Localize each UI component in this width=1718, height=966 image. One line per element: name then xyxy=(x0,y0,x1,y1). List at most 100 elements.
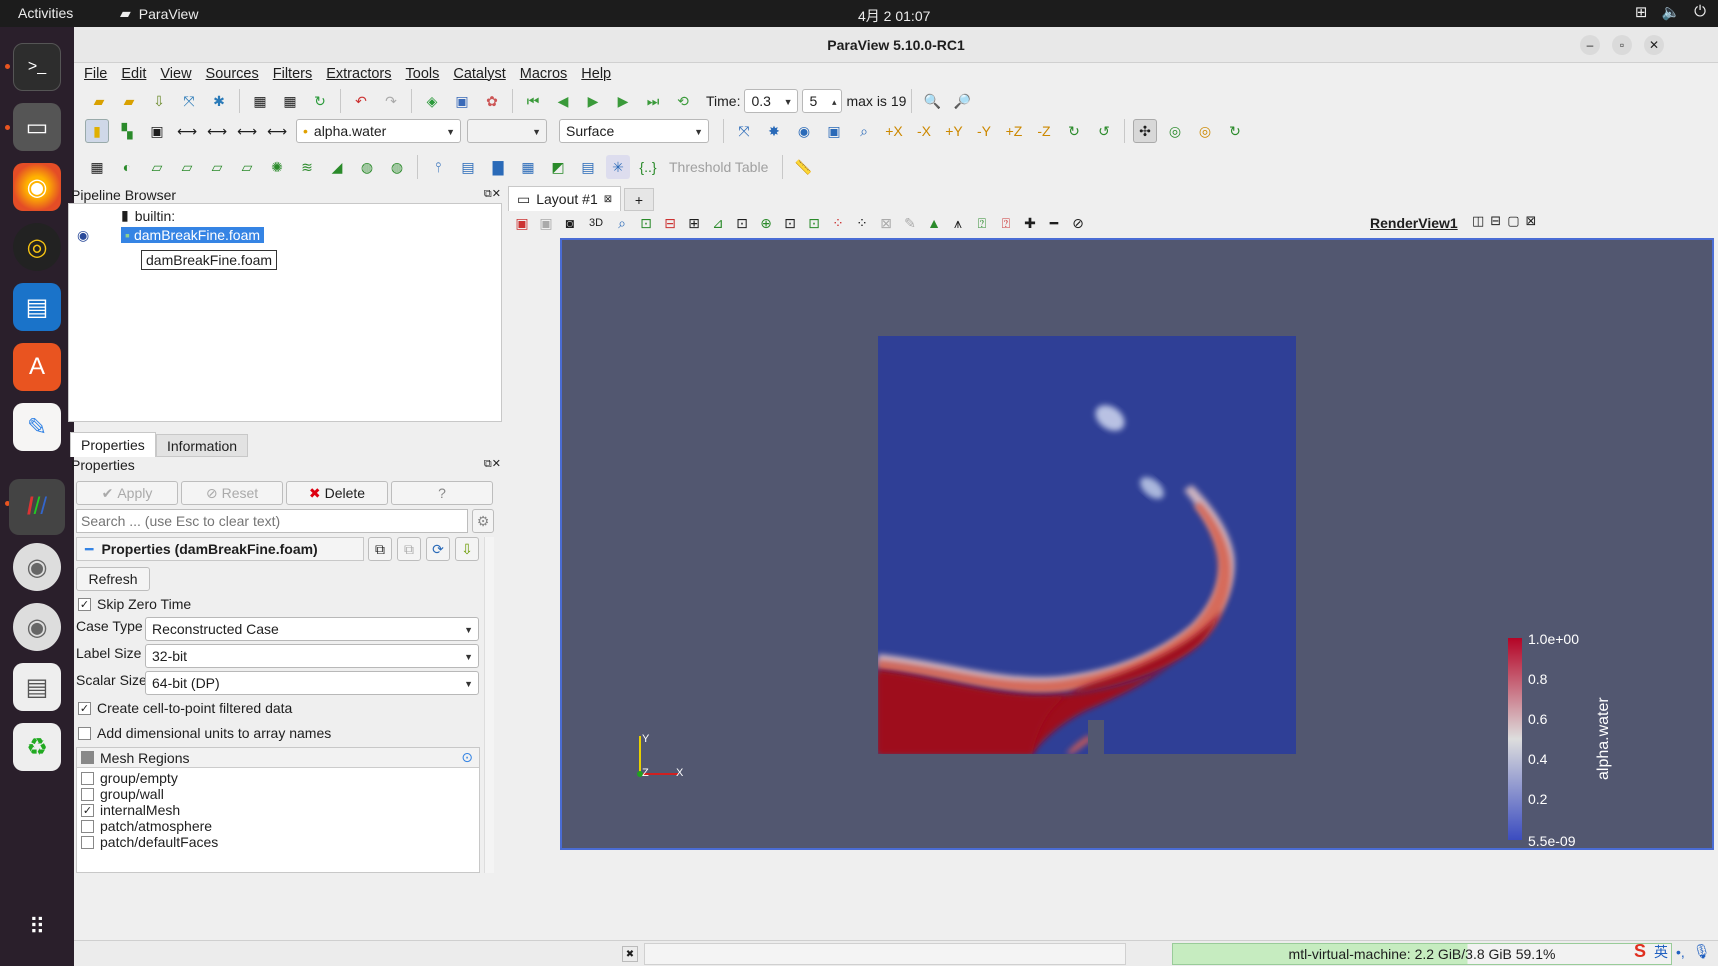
stream-tracer-icon[interactable]: ≋ xyxy=(295,155,319,179)
slice-icon[interactable]: ▱ xyxy=(175,155,199,179)
tab-properties[interactable]: Properties xyxy=(70,432,156,457)
reset-range-icon[interactable]: ▣ xyxy=(145,119,169,143)
find-data-icon[interactable]: 🔍 xyxy=(920,89,944,113)
next-frame-icon[interactable]: ▶ xyxy=(611,89,635,113)
pipeline-tree[interactable]: ▮ builtin: ◉ ▪ damBreakFine.foam damBreakF… xyxy=(68,203,502,422)
list-item[interactable]: patch/defaultFaces xyxy=(81,834,218,850)
clock[interactable]: 4月 2 01:07 xyxy=(858,6,930,26)
select-polygon-icon[interactable]: ⊿ xyxy=(709,211,727,235)
clip-icon[interactable]: ▱ xyxy=(145,155,169,179)
writer-icon[interactable]: ▤ xyxy=(13,283,61,331)
menu-help[interactable]: Help xyxy=(581,66,611,82)
menu-sources[interactable]: Sources xyxy=(206,66,259,82)
menu-edit[interactable]: Edit xyxy=(121,66,146,82)
view-plus-x-icon[interactable]: +X xyxy=(882,119,906,143)
ime-toolbar[interactable]: S 英 •, 🎙 ⌨ ▦ xyxy=(1634,941,1718,962)
menu-view[interactable]: View xyxy=(160,66,191,82)
minimize-icon[interactable]: – xyxy=(1580,35,1600,55)
shrink-selection-icon[interactable]: ⁘ xyxy=(853,211,871,235)
help-button[interactable]: ? xyxy=(391,481,493,505)
refresh-button[interactable]: Refresh xyxy=(76,567,150,591)
rotate-plus-90-icon[interactable]: ↻ xyxy=(1062,119,1086,143)
render-view[interactable]: 1.0e+00 0.8 0.6 0.4 0.2 5.5e-09 alpha.wa… xyxy=(560,238,1714,850)
activities-button[interactable]: Activities xyxy=(18,5,73,21)
refresh-icon[interactable]: ⟳ xyxy=(426,537,450,561)
hover-points-icon[interactable]: ⊡ xyxy=(781,211,799,235)
last-frame-icon[interactable]: ⏭ xyxy=(641,89,665,113)
terminal-icon[interactable]: >_ xyxy=(13,43,61,91)
subtract-selection-icon[interactable]: ━ xyxy=(1045,211,1063,235)
rescale-visible-icon[interactable]: ⟷ xyxy=(235,119,259,143)
color-legend-icon[interactable]: ▮ xyxy=(85,119,109,143)
render-view-label[interactable]: RenderView1 xyxy=(1370,215,1458,231)
text-editor-icon[interactable]: ✎ xyxy=(13,403,61,451)
python-icon[interactable]: ◈ xyxy=(420,89,444,113)
menu-catalyst[interactable]: Catalyst xyxy=(453,66,505,82)
list-item[interactable]: group/empty xyxy=(81,770,178,786)
zoom-to-box-icon[interactable]: ⌕ xyxy=(613,211,631,235)
color-palette-icon[interactable]: ✿ xyxy=(480,89,504,113)
view-plus-y-icon[interactable]: +Y xyxy=(942,119,966,143)
select-block-icon[interactable]: ⊡ xyxy=(733,211,751,235)
query-points-icon[interactable]: ⍰ xyxy=(997,211,1015,235)
toggle-3d-button[interactable]: 3D xyxy=(585,211,607,235)
eye-icon[interactable]: ◉ xyxy=(77,227,89,244)
load-state-icon[interactable]: ▦ xyxy=(278,89,302,113)
save-state-icon[interactable]: ▦ xyxy=(248,89,272,113)
software-icon[interactable]: A xyxy=(13,343,61,391)
disconnect-icon[interactable]: ✱ xyxy=(207,89,231,113)
builtin-node[interactable]: ▮ builtin: xyxy=(121,207,175,224)
zoom-data-icon[interactable]: ◉ xyxy=(792,119,816,143)
split-vertical-icon[interactable]: ⊟ xyxy=(1490,213,1501,229)
save-defaults-icon[interactable]: ⇩ xyxy=(455,537,479,561)
query-icon[interactable]: 🔎 xyxy=(950,89,974,113)
select-points-icon[interactable]: ⊟ xyxy=(661,211,679,235)
list-item[interactable]: group/wall xyxy=(81,786,164,802)
add-units-checkbox[interactable]: Add dimensional units to array names xyxy=(78,725,331,741)
skip-zero-time-checkbox[interactable]: ✓ Skip Zero Time xyxy=(78,596,191,612)
recent-icon[interactable]: ▰ xyxy=(117,89,141,113)
plot-over-line-icon[interactable]: ⫯ xyxy=(426,155,450,179)
component-combo[interactable]: ▼ xyxy=(467,119,547,143)
mesh-regions-list[interactable]: Mesh Regions ⊙ group/empty group/wall ✓ in… xyxy=(76,747,480,873)
rescale-temporal-icon[interactable]: ⟷ xyxy=(205,119,229,143)
open-icon[interactable]: ▰ xyxy=(87,89,111,113)
time-combo[interactable]: 0.3 ▼ xyxy=(744,89,799,113)
reset-center-icon[interactable]: ◎ xyxy=(1193,119,1217,143)
view-minus-z-icon[interactable]: -Z xyxy=(1032,119,1056,143)
paraview-icon[interactable]: / / / xyxy=(9,479,65,535)
view-minus-y-icon[interactable]: -Y xyxy=(972,119,996,143)
disc-icon[interactable]: ◉ xyxy=(13,543,61,591)
filter-icon[interactable]: ⊙ xyxy=(461,749,473,766)
maximize-view-icon[interactable]: ▢ xyxy=(1507,213,1519,229)
menu-macros[interactable]: Macros xyxy=(520,66,568,82)
copy-icon[interactable]: ⧉ xyxy=(368,537,392,561)
plot-data-over-time-icon[interactable]: ▤ xyxy=(576,155,600,179)
add-selection-icon[interactable]: ✚ xyxy=(1021,211,1039,235)
camera-link-icon[interactable]: ▣ xyxy=(450,89,474,113)
trash-icon[interactable]: ♻ xyxy=(13,723,61,771)
rescale-over-time-icon[interactable]: ⟷ xyxy=(265,119,289,143)
sogou-icon[interactable]: S xyxy=(1634,941,1646,962)
select-cells-icon[interactable]: ⊡ xyxy=(637,211,655,235)
python-calculator-icon[interactable]: {..} xyxy=(636,155,660,179)
reset-button[interactable]: ⊘ Reset xyxy=(181,481,283,505)
loop-icon[interactable]: ⟲ xyxy=(671,89,695,113)
first-frame-icon[interactable]: ⏮ xyxy=(521,89,545,113)
extract-subset-icon[interactable]: ▱ xyxy=(235,155,259,179)
extract-level-icon[interactable]: ◍ xyxy=(385,155,409,179)
view-minus-x-icon[interactable]: -X xyxy=(912,119,936,143)
play-icon[interactable]: ▶ xyxy=(581,89,605,113)
view-plus-z-icon[interactable]: +Z xyxy=(1002,119,1026,143)
system-tray[interactable]: ⊞ 🔈 ⏻ xyxy=(1635,3,1706,21)
list-item[interactable]: ✓ internalMesh xyxy=(81,802,180,818)
plot-global-icon[interactable]: ◩ xyxy=(546,155,570,179)
ime-mode-label[interactable]: 英 xyxy=(1654,942,1668,962)
menu-tools[interactable]: Tools xyxy=(406,66,440,82)
delete-button[interactable]: ✖ Delete xyxy=(286,481,388,505)
create-cell-to-point-checkbox[interactable]: ✓ Create cell-to-point filtered data xyxy=(78,700,292,716)
color-array-combo[interactable]: • alpha.water ▼ xyxy=(296,119,461,143)
app-menu[interactable]: ▰ ParaView xyxy=(120,5,198,22)
rhythmbox-icon[interactable]: ◎ xyxy=(13,223,61,271)
tab-layout-1[interactable]: ▭ Layout #1 ⊠ xyxy=(508,186,622,211)
